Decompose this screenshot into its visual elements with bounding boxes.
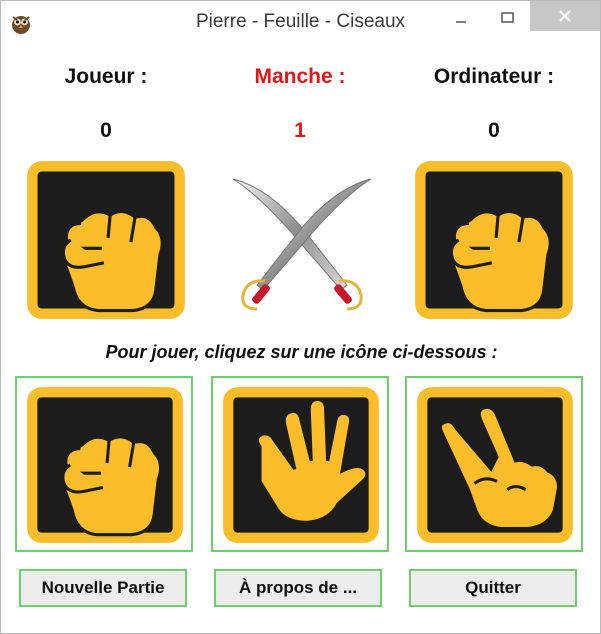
minimize-button[interactable] <box>438 1 484 31</box>
computer-score: 0 <box>488 119 500 142</box>
computer-choice-rock-icon <box>413 159 575 321</box>
round-number: 1 <box>294 119 306 142</box>
new-game-button[interactable]: Nouvelle Partie <box>19 569 187 607</box>
quit-button[interactable]: Quitter <box>409 569 577 607</box>
maximize-icon <box>501 12 514 23</box>
maximize-button[interactable] <box>484 1 530 31</box>
paper-hand-icon <box>221 385 381 545</box>
app-window: Pierre - Feuille - Ciseaux Joueur : Manc… <box>0 0 601 634</box>
instruction-text: Pour jouer, cliquez sur une icône ci-des… <box>105 342 498 362</box>
choose-scissors-button[interactable] <box>405 376 583 552</box>
close-button[interactable] <box>530 1 600 31</box>
player-score: 0 <box>100 119 112 142</box>
player-label: Joueur : <box>64 65 148 88</box>
about-button[interactable]: À propos de ... <box>214 569 382 607</box>
scissors-hand-icon <box>415 385 575 545</box>
round-label: Manche : <box>254 65 346 88</box>
rock-fist-icon <box>25 385 185 545</box>
minimize-icon <box>456 21 466 23</box>
crossed-swords-icon <box>232 178 372 311</box>
player-choice-rock-icon <box>25 159 187 321</box>
computer-label: Ordinateur : <box>433 65 555 88</box>
title-bar: Pierre - Feuille - Ciseaux <box>1 1 600 45</box>
choose-paper-button[interactable] <box>211 376 389 552</box>
close-icon <box>559 10 571 22</box>
choose-rock-button[interactable] <box>15 376 193 552</box>
